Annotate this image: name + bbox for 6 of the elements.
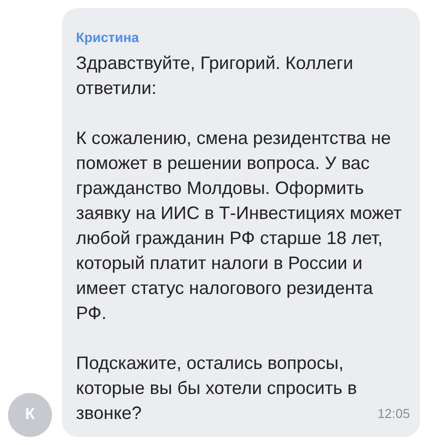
sender-name: Кристина (76, 29, 140, 47)
message-text: Подскажите, остались вопросы, которые вы бы хотели спросить в звонке? (76, 352, 358, 425)
message-time: 12:05 (377, 405, 410, 423)
message-text: К сожалению, смена резидентства не поможет в решении вопроса. У вас гражданство Молдовы. Оформить заявку на ИИС в Т-Инвестициях может любой гражданин РФ старше 18 лет, который платит налоги в России и имеет статус налогового резидента РФ. (76, 127, 403, 325)
message-text: Здравствуйте, Григорий. Коллеги ответили: (76, 52, 354, 100)
avatar: К (8, 393, 52, 437)
